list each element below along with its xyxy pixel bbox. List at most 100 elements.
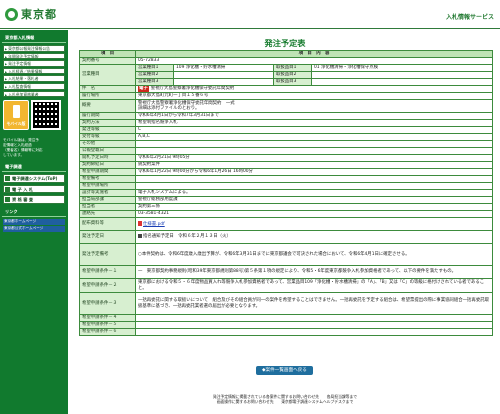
col-header-item: 項 目 (79, 50, 136, 58)
row-label: 担当局部課 (79, 196, 136, 204)
square-icon (5, 186, 10, 192)
table-row: 希望備考 (79, 175, 493, 183)
row-label: 契約方法 (79, 119, 136, 127)
condition-6 (135, 328, 493, 336)
summary-line: 詳細は添付ファイルのとおり。 (138, 106, 200, 111)
tokyo-emblem-icon (5, 7, 18, 21)
table-row: 受付等級 A,B,C (79, 133, 493, 141)
square-icon (5, 176, 10, 182)
application-note (135, 175, 493, 183)
row-label: 発注予定備考 (79, 243, 136, 266)
table-row: 件 名電子 警視庁大島警察署浄化槽保守委託年間契約 (79, 85, 493, 93)
condition-5 (135, 321, 493, 329)
col-header-content: 項 目 内 容 (135, 50, 493, 58)
summary: 警視庁大島警察署浄化槽保守委託年間契約 一式 詳細は添付ファイルのとおり。 (135, 99, 493, 113)
designer: 電子入札システムによる。 (135, 189, 493, 197)
table-row: 設計等実施者 電子入札システムによる。 (79, 189, 493, 197)
business-category: 109 浄化槽・貯水槽清掃 (173, 64, 274, 72)
link-tokyo-official[interactable]: 東京都公式ホームページ (3, 225, 65, 232)
logo-text: 東京都 (21, 8, 57, 21)
application-period: 令和6年1月22日 9時00分から令和6年1月26日 16時00分 (135, 168, 493, 176)
check-label: 指名通知予定日 (143, 234, 174, 239)
table-row: その他 (79, 140, 493, 148)
other (135, 140, 493, 148)
handled-item: 01 浄化槽清掃・浄化槽保守点検 (311, 64, 493, 72)
location: 東京都大島町元町一丁目１５番６号 (135, 92, 493, 100)
row-label: その他 (79, 140, 136, 148)
row-label: 希望申請条件－４ (79, 314, 136, 322)
table-row: 公報登載日 (79, 147, 493, 155)
sidebar-item-annual[interactable]: 年間発注予定情報 (3, 52, 65, 60)
table-row: 担当者 契約第三係 (79, 203, 493, 211)
row-label: 営業種目 (79, 64, 136, 86)
sidebar: 東京都入札情報 東京都公報発注情報公告 年間発注予定情報 発注予定情報 入札経過… (0, 30, 68, 414)
row-label: 発注予定日 (79, 230, 136, 244)
sidebar-item-order-plan[interactable]: 発注予定情報 (3, 60, 65, 67)
contract-method: 希望制指名競争入札 (135, 119, 493, 127)
sidebar-item-koho[interactable]: 東京都公報発注情報公告 (3, 45, 65, 52)
link-tokyo-hp[interactable]: 東京都ホームページ (3, 218, 65, 225)
row-label: 希望申請条件－５ (79, 321, 136, 329)
accepted-grade: A,B,C (135, 133, 493, 141)
sub-label: 取扱品目2 (273, 71, 312, 79)
sidebar-item-e-bid[interactable]: 電 子 入 札 (3, 184, 65, 194)
condition-2: 東京都における令和５・６年度物品買入れ等競争入札参加資格者であって、営業品目10… (135, 278, 493, 293)
row-label: 公報登載日 (79, 147, 136, 155)
table-row: 営業種目 営業種目1 109 浄化槽・貯水槽清掃 取扱品目1 01 浄化槽清掃・… (79, 64, 493, 86)
row-label: 担当者 (79, 203, 136, 211)
table-row: 開札予定日時 令和6年2月21日 9時05分 (79, 154, 493, 162)
table-row: 連絡先 03-3581-4321 (79, 210, 493, 218)
order-plan-table: 項 目 項 目 内 容 契約番号 05-72833 営業種目 営業種目1 109 … (79, 50, 493, 336)
order-note: ○本件契約は、令和6年度歳入歳出予算が、令和6年3月31日までに東京都議会で可決… (135, 243, 493, 266)
sidebar-item-top-system[interactable]: 電子調達システム(ToP) (3, 174, 65, 183)
row-label: 受付等級 (79, 133, 136, 141)
attachment-link[interactable]: 仕様書.pdf (143, 222, 165, 227)
contact: 03-3581-4321 (135, 210, 493, 218)
sidebar-item-label: 資 格 審 査 (12, 197, 34, 203)
condition-4 (135, 314, 493, 322)
row-label: 件 名 (79, 85, 136, 93)
contract-number: 05-72833 (135, 57, 493, 65)
pdf-icon (138, 220, 142, 226)
mobile-label: モバイル版 (6, 121, 26, 127)
mobile-promo: モバイル版 (3, 100, 65, 134)
row-label: 履行場所 (79, 92, 136, 100)
sidebar-section-title: 電子調達 (2, 163, 66, 173)
sidebar-item-qualified[interactable]: 入札参加資格業者 (3, 90, 65, 98)
table-row: 希望申請条件－５ (79, 321, 493, 329)
sidebar-item-label: 電 子 入 札 (12, 186, 34, 192)
qr-code (31, 100, 61, 131)
back-to-list-button[interactable]: ◆案件一覧画面へ戻る (256, 366, 313, 375)
case-name: 電子 警視庁大島警察署浄化槽保守委託年間契約 (135, 85, 493, 93)
page-footer: 発注予定情報に掲載されている各案件に関するお問い合わせ先 各局担当課等まで 画面… (70, 394, 500, 405)
sub-label: 営業種目2 (135, 71, 174, 79)
department: 警視庁総務部用度課 (135, 196, 493, 204)
table-row: 履行期間 令和6年4月1日から令和7年3月31日まで (79, 112, 493, 120)
row-label: 希望申請条件－３ (79, 292, 136, 315)
table-row: 希望申請場所 (79, 182, 493, 190)
period: 令和6年4月1日から令和7年3月31日まで (135, 112, 493, 120)
sidebar-item-qualification[interactable]: 資 格 審 査 (3, 195, 65, 204)
page-title: 発注予定表 (264, 38, 306, 48)
sidebar-item-results[interactable]: 入札結果・落札者 (3, 75, 65, 82)
row-label: 設計等実施者 (79, 189, 136, 197)
sidebar-item-audit[interactable]: 入札監査情報 (3, 82, 65, 90)
electronic-badge: 電子 (138, 86, 149, 92)
row-label: 契約番号 (79, 57, 136, 65)
row-label: 履行期間 (79, 112, 136, 120)
phone-icon (13, 105, 20, 119)
row-label: 概要 (79, 99, 136, 113)
table-row: 契約方法 希望制指名競争入札 (79, 119, 493, 127)
sidebar-item-progress[interactable]: 入札経過／結果情報 (3, 67, 65, 75)
case-name-text: 警視庁大島警察署浄化槽保守委託年間契約 (150, 86, 235, 92)
table-row: 営業種目2 取扱品目2 (80, 71, 493, 79)
tokyo-logo[interactable]: 東京都 (5, 6, 57, 22)
application-place (135, 182, 493, 190)
table-row: 希望申請期間 令和6年1月22日 9時00分から令和6年1月26日 16時00分 (79, 168, 493, 176)
sub-label: 取扱品目3 (273, 78, 312, 86)
business-category (173, 71, 274, 79)
table-row: 概要 警視庁大島警察署浄化槽保守委託年間契約 一式 詳細は添付ファイルのとおり。 (79, 99, 493, 113)
footer-line: 画面操作に関するお問い合わせ先 東京都電子調達システムヘルプデスクまで (216, 399, 354, 405)
square-icon (5, 197, 10, 203)
mobile-version-button[interactable]: モバイル版 (3, 100, 29, 131)
